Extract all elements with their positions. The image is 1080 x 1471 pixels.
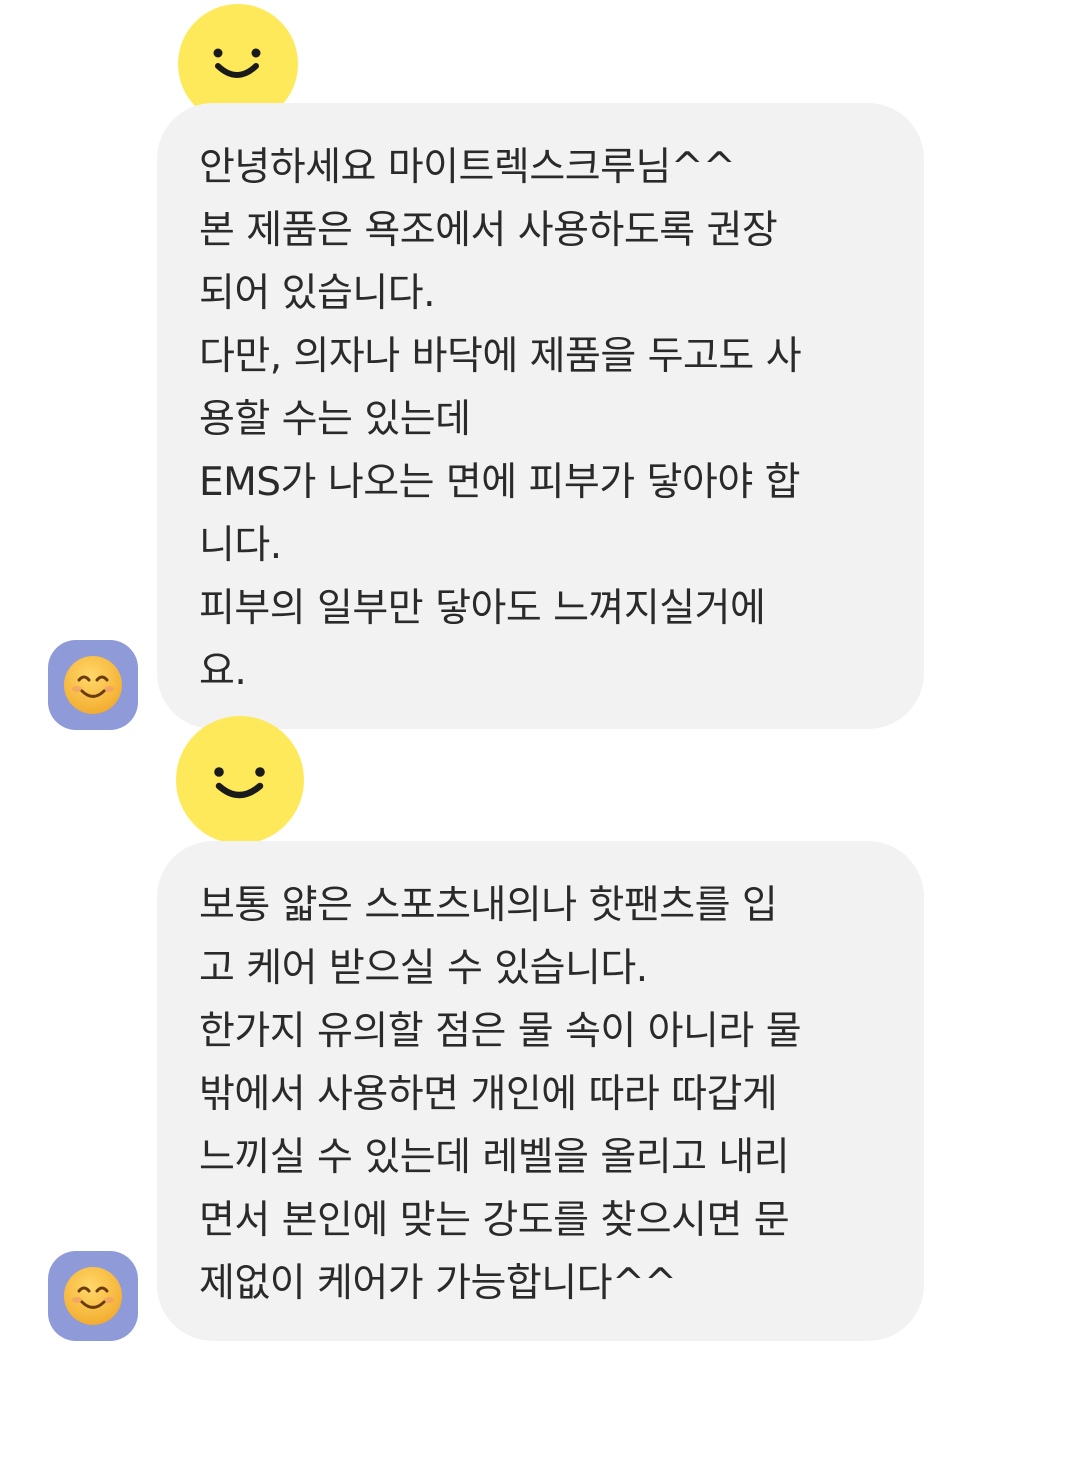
- message-line: 다만, 의자나 바닥에 제품을 두고도 사: [199, 334, 802, 379]
- message-line: 고 케어 받으실 수 있습니다.: [199, 946, 648, 991]
- message-line: 니다.: [199, 523, 282, 568]
- smiling-face-icon: [64, 656, 122, 714]
- message-line: EMS가 나오는 면에 피부가 닿아야 합: [199, 460, 800, 505]
- sender-avatar[interactable]: [48, 1251, 138, 1341]
- sender-avatar[interactable]: [48, 640, 138, 730]
- message-line: 되어 있습니다.: [199, 271, 436, 316]
- message-line: 용할 수는 있는데: [199, 397, 471, 442]
- message-line: 본 제품은 욕조에서 사용하도록 권장: [199, 208, 778, 253]
- smiling-face-icon: [64, 1267, 122, 1325]
- message-bubble[interactable]: 안녕하세요 마이트렉스크루님^^ 본 제품은 욕조에서 사용하도록 권장 되어 …: [157, 103, 924, 729]
- message-line: 한가지 유의할 점은 물 속이 아니라 물: [199, 1009, 802, 1054]
- message-line: 안녕하세요 마이트렉스크루님^^: [199, 145, 736, 190]
- message-bubble[interactable]: 보통 얇은 스포츠내의나 핫팬츠를 입 고 케어 받으실 수 있습니다. 한가지…: [157, 841, 924, 1341]
- message-line: 밖에서 사용하면 개인에 따라 따갑게: [199, 1072, 778, 1117]
- message-text: 보통 얇은 스포츠내의나 핫팬츠를 입 고 케어 받으실 수 있습니다. 한가지…: [199, 874, 899, 1315]
- message-line: 느끼실 수 있는데 레벨을 올리고 내리: [199, 1135, 790, 1180]
- smiley-sticker-icon: [176, 716, 304, 844]
- message-text: 안녕하세요 마이트렉스크루님^^ 본 제품은 욕조에서 사용하도록 권장 되어 …: [199, 136, 899, 703]
- chat-thread: 안녕하세요 마이트렉스크루님^^ 본 제품은 욕조에서 사용하도록 권장 되어 …: [0, 0, 1080, 1471]
- message-line: 피부의 일부만 닿아도 느껴지실거에: [199, 586, 766, 631]
- message-line: 면서 본인에 맞는 강도를 찾으시면 문: [199, 1198, 790, 1243]
- message-line: 제없이 케어가 가능합니다^^: [199, 1261, 677, 1306]
- message-line: 보통 얇은 스포츠내의나 핫팬츠를 입: [199, 883, 778, 928]
- message-line: 요.: [199, 649, 247, 694]
